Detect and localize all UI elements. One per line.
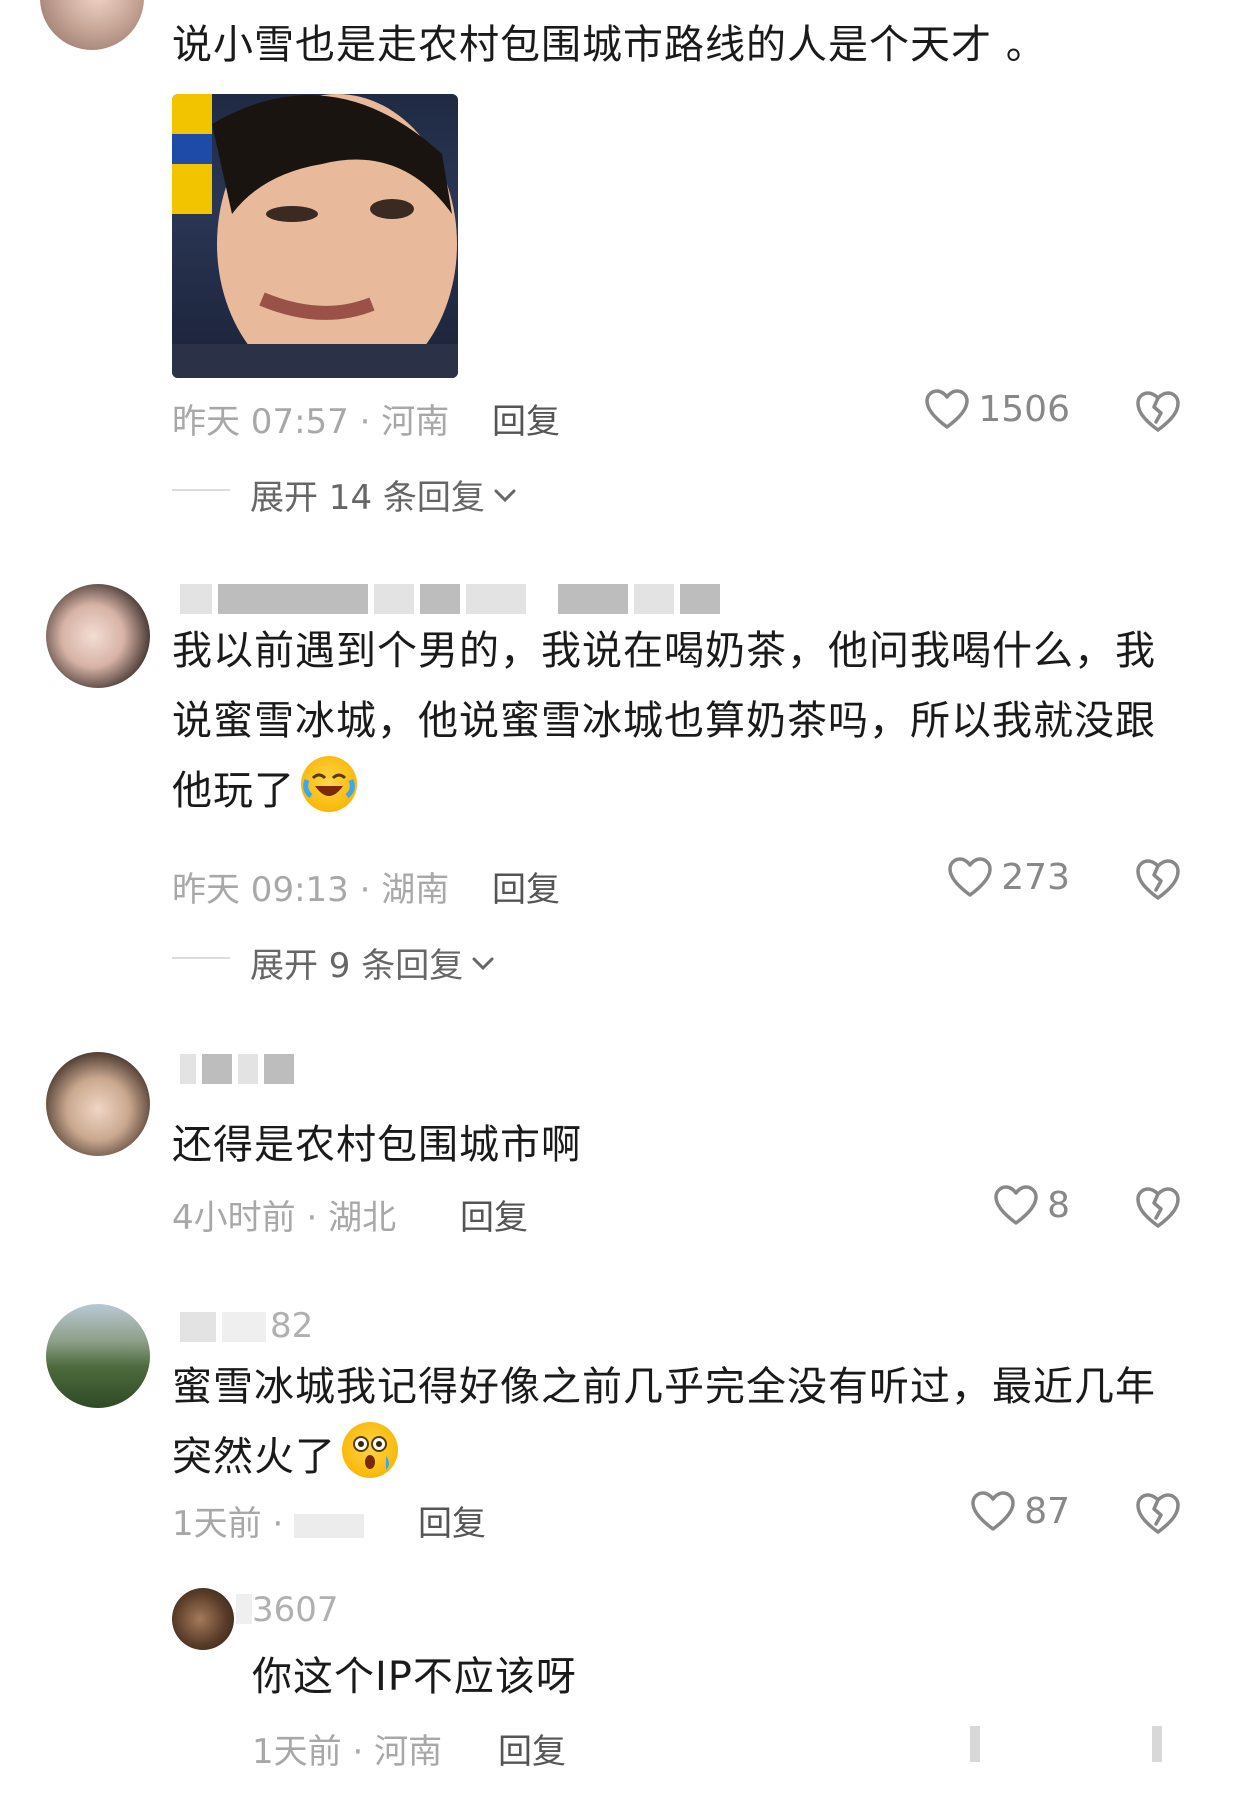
heart-outline-icon (971, 1491, 1015, 1531)
comment-text: 我以前遇到个男的，我说在喝奶茶，他问我喝什么，我说蜜雪冰城，他说蜜雪冰城也算奶茶… (172, 616, 1192, 826)
reply-button[interactable]: 回复 (460, 1190, 528, 1239)
separator: · (295, 1198, 329, 1238)
username-tail[interactable]: 82 (270, 1306, 313, 1346)
expand-divider (172, 957, 230, 959)
reply-location: 河南 (374, 1732, 443, 1772)
username-blurred[interactable] (180, 1054, 300, 1084)
reply-button[interactable]: 回复 (498, 1724, 566, 1773)
like-button-partial[interactable] (970, 1726, 980, 1762)
reply-meta: 1天前 · 河南 (252, 1724, 442, 1773)
comment-location: 湖南 (381, 870, 450, 910)
separator: · (341, 1732, 375, 1772)
chevron-down-icon (494, 489, 516, 502)
like-button[interactable]: 87 (970, 1490, 1070, 1532)
comment-meta: 昨天 09:13 · 湖南 (172, 862, 449, 911)
comment-time: 4小时前 (172, 1198, 296, 1238)
like-count: 273 (1001, 856, 1070, 898)
broken-heart-icon[interactable] (1134, 1185, 1182, 1229)
broken-heart-icon[interactable] (1134, 857, 1182, 901)
avatar[interactable] (46, 584, 150, 688)
comment-time: 昨天 09:13 (172, 870, 349, 910)
heart-outline-icon (948, 857, 993, 897)
like-button[interactable]: 273 (947, 856, 1070, 898)
expand-replies-button[interactable]: 展开 9 条回复 (250, 938, 497, 987)
like-count: 87 (1024, 1490, 1070, 1532)
comment-meta: 1天前 · (172, 1496, 365, 1545)
comment-text: 还得是农村包围城市啊 (172, 1122, 582, 1168)
avatar[interactable] (172, 1588, 234, 1650)
avatar[interactable] (40, 0, 144, 50)
surprised-emoji (342, 1422, 398, 1478)
username-blurred[interactable] (180, 584, 726, 614)
comment-text: 蜜雪冰城我记得好像之前几乎完全没有听过，最近几年突然火了 (172, 1352, 1192, 1492)
expand-label: 展开 9 条回复 (250, 946, 464, 986)
comment-meta: 4小时前 · 湖北 (172, 1190, 396, 1239)
comment-time: 1天前 (172, 1504, 262, 1544)
reply-button[interactable]: 回复 (492, 862, 560, 911)
heart-outline-icon (994, 1185, 1038, 1225)
avatar[interactable] (46, 1052, 150, 1156)
chevron-down-icon (472, 957, 494, 970)
separator: · (261, 1504, 295, 1544)
comment-time: 昨天 07:57 (172, 402, 349, 442)
reply-text: 你这个IP不应该呀 (252, 1654, 577, 1700)
reply-button[interactable]: 回复 (492, 394, 560, 443)
expand-replies-button[interactable]: 展开 14 条回复 (250, 470, 519, 519)
broken-heart-icon[interactable] (1134, 1491, 1182, 1535)
dislike-button-partial[interactable] (1152, 1726, 1162, 1762)
broken-heart-icon[interactable] (1134, 389, 1182, 433)
comment-location: 河南 (381, 402, 450, 442)
heart-outline-icon (925, 389, 970, 429)
reply-time: 1天前 (252, 1732, 342, 1772)
username-blurred[interactable] (180, 1312, 272, 1342)
avatar[interactable] (46, 1304, 150, 1408)
expand-label: 展开 14 条回复 (250, 478, 485, 518)
crying-laughing-emoji (301, 756, 357, 812)
separator: · (348, 870, 382, 910)
comment-meta: 昨天 07:57 · 河南 (172, 394, 449, 443)
like-count: 1506 (978, 388, 1070, 430)
comment-text: 说小雪也是走农村包围城市路线的人是个天才 。 (172, 22, 1047, 68)
like-button[interactable]: 1506 (924, 388, 1070, 430)
reply-button[interactable]: 回复 (418, 1496, 486, 1545)
expand-divider (172, 489, 230, 491)
separator: · (348, 402, 382, 442)
username-tail[interactable]: 3607 (252, 1590, 339, 1630)
like-button[interactable]: 8 (993, 1184, 1070, 1226)
comment-location: 湖北 (328, 1198, 397, 1238)
like-count: 8 (1047, 1184, 1070, 1226)
comment-location-blurred (294, 1513, 365, 1538)
meme-image[interactable] (172, 94, 458, 378)
comment-text-content: 蜜雪冰城我记得好像之前几乎完全没有听过，最近几年突然火了 (172, 1364, 1156, 1480)
